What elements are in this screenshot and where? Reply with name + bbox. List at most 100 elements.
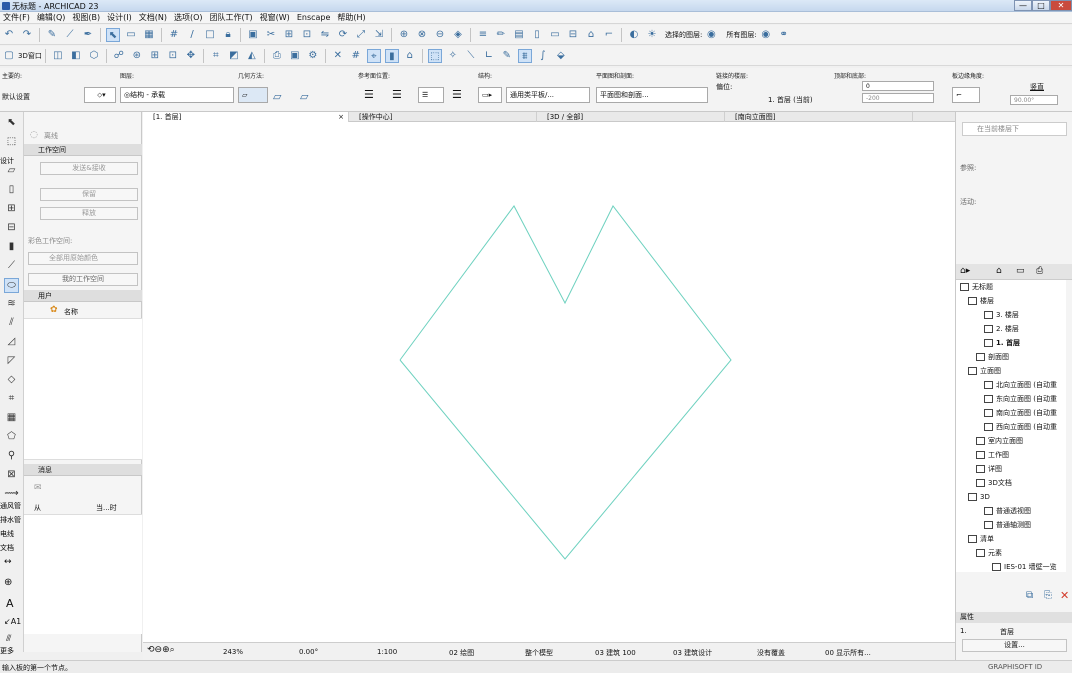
clone-icon[interactable]: ⎘ xyxy=(1044,590,1052,601)
tab-floor-1[interactable]: [1. 首层] × xyxy=(143,112,349,122)
pen-set-value[interactable]: 02 绘图 xyxy=(449,648,474,658)
menu-help[interactable]: 帮助(H) xyxy=(337,12,365,23)
stair-tool-icon[interactable]: ≋ xyxy=(4,297,19,312)
menu-enscape[interactable]: Enscape xyxy=(297,13,331,22)
measure-icon[interactable]: ⩩ xyxy=(517,48,532,63)
drawing-canvas[interactable] xyxy=(143,122,955,642)
3d-style-icon[interactable]: ◩ xyxy=(227,49,241,63)
workspace-header[interactable]: 工作空间 xyxy=(24,144,142,156)
tab-3d[interactable]: [3D / 全部] xyxy=(537,112,725,122)
settings-button[interactable]: 设置... xyxy=(962,639,1067,652)
top-offset-field[interactable]: 0 xyxy=(862,81,934,91)
marquee-icon[interactable]: ▭ xyxy=(124,28,138,42)
menu-design[interactable]: 设计(I) xyxy=(107,12,132,23)
close-button[interactable]: ✕ xyxy=(1050,0,1072,11)
tree-item-selected[interactable]: 1. 首层 xyxy=(956,336,1020,350)
rotate-icon[interactable]: ⟳ xyxy=(336,28,350,42)
geometry-rotated-icon[interactable]: ▱ xyxy=(300,90,308,103)
wall-tool-icon[interactable]: ▱ xyxy=(4,164,19,179)
ref-core-icon[interactable]: ☰ xyxy=(392,88,402,101)
vector-hatching-icon[interactable]: ⟍ xyxy=(464,49,478,63)
graphisoft-id[interactable]: GRAPHISOFT ID xyxy=(988,663,1042,671)
tab-close-icon[interactable]: × xyxy=(338,112,344,122)
current-story-field[interactable]: 在当前楼层下 xyxy=(962,122,1067,136)
floorplan-icon[interactable]: ▢ xyxy=(2,49,16,63)
railing-tool-icon[interactable]: ⫽ xyxy=(4,316,19,331)
stretch-icon[interactable]: ⤢ xyxy=(354,28,368,42)
window-tool-icon[interactable]: ⊞ xyxy=(4,202,19,217)
mirror-icon[interactable]: ⇋ xyxy=(318,28,332,42)
mep-tool-icon[interactable]: ⚲ xyxy=(4,449,19,464)
tree-item[interactable]: 东向立面图 (自动重 xyxy=(956,392,1057,406)
tab-action-center[interactable]: [操作中心] xyxy=(349,112,537,122)
render-icon[interactable]: ◐ xyxy=(627,28,641,42)
3d-cut-icon[interactable]: ⌗ xyxy=(209,49,223,63)
dimension-tool-icon[interactable]: ↔ xyxy=(4,557,12,567)
suspend-groups-icon[interactable]: ⬚ xyxy=(427,48,442,63)
show-all-value[interactable]: 00 显示所有... xyxy=(825,648,871,658)
more-label[interactable]: 更多 xyxy=(0,646,24,656)
bottom-offset-field[interactable]: -200 xyxy=(862,93,934,103)
shadow-icon[interactable]: ◭ xyxy=(245,49,259,63)
ortho-icon[interactable]: ∟ xyxy=(482,49,496,63)
render-settings-icon[interactable]: ⚙ xyxy=(306,49,320,63)
story-value[interactable]: 1. 首层 (当前) xyxy=(768,95,813,105)
users-header[interactable]: 用户 xyxy=(24,290,142,302)
paint-icon[interactable]: ⬙ xyxy=(554,49,568,63)
layout-book-icon[interactable]: ▭ xyxy=(1016,266,1025,276)
publisher-icon[interactable]: ⎙ xyxy=(1036,266,1043,276)
structure-dropdown[interactable]: 通用类平板/... xyxy=(506,87,590,103)
inject-icon[interactable]: ⟋ xyxy=(63,28,77,42)
guide-line-icon[interactable]: / xyxy=(185,28,199,42)
tool-link-icon[interactable]: ⚭ xyxy=(777,28,791,42)
layer-dropdown[interactable]: ◎结构 - 承载 xyxy=(120,87,234,103)
view-map-icon[interactable]: ⌂ xyxy=(996,266,1002,276)
menu-file[interactable]: 文件(F) xyxy=(3,12,30,23)
tree-item[interactable]: 普通透视图 xyxy=(956,504,1031,518)
menu-options[interactable]: 选项(O) xyxy=(174,12,203,23)
override-value[interactable]: 没有覆盖 xyxy=(757,648,785,658)
maximize-button[interactable]: □ xyxy=(1032,0,1050,11)
resize-icon[interactable]: ⇲ xyxy=(372,28,386,42)
model-view-value[interactable]: 整个模型 xyxy=(525,648,553,658)
send-receive-button[interactable]: 发送&接收 xyxy=(40,162,138,175)
level-tool-icon[interactable]: ⊕ xyxy=(4,577,12,588)
hotspot-icon[interactable]: ✕ xyxy=(331,49,345,63)
tree-item[interactable]: 2. 楼层 xyxy=(956,322,1019,336)
geometry-polygon-icon[interactable]: ▱ xyxy=(238,87,268,103)
lock-icon[interactable]: 🔒︎ xyxy=(221,28,235,42)
arrow-icon[interactable]: ⬉ xyxy=(4,116,19,131)
tree-item[interactable]: 立面图 xyxy=(956,364,1001,378)
menu-window[interactable]: 视窗(W) xyxy=(260,12,290,23)
window-icon[interactable]: ⊟ xyxy=(566,28,580,42)
union-icon[interactable]: ⊕ xyxy=(397,28,411,42)
main-value[interactable]: 默认设置 xyxy=(2,92,30,102)
tree-item[interactable]: 楼层 xyxy=(956,294,994,308)
tree-item[interactable]: 普通轴测图 xyxy=(956,518,1031,532)
trace-icon[interactable]: ▣ xyxy=(246,28,260,42)
slab-settings-button[interactable]: ⬦▾ xyxy=(84,87,116,103)
zoom-window-icon[interactable]: ⊞ xyxy=(148,49,162,63)
zone-tool-icon[interactable]: ⬠ xyxy=(4,430,19,445)
angle-value[interactable]: 0.00° xyxy=(299,648,318,656)
color-workspace-dropdown[interactable]: 全部用原始颜色 xyxy=(28,252,138,265)
arrow-tool-icon[interactable]: ⬉ xyxy=(106,27,120,42)
menu-teamwork[interactable]: 团队工作(T) xyxy=(210,12,253,23)
keep-button[interactable]: 保留 xyxy=(40,188,138,201)
project-map-icon[interactable]: ⌂▸ xyxy=(960,266,970,276)
photo-icon[interactable]: ▣ xyxy=(288,49,302,63)
tree-item[interactable]: 室内立面图 xyxy=(956,434,1023,448)
tree-item[interactable]: 清单 xyxy=(956,532,994,546)
hash-grid-icon[interactable]: # xyxy=(167,28,181,42)
tab-south-elevation[interactable]: [南向立面图] xyxy=(725,112,913,122)
drop-icon[interactable]: ◈ xyxy=(451,28,465,42)
offset-icon[interactable]: ⊡ xyxy=(300,28,314,42)
door-icon[interactable]: ▭ xyxy=(548,28,562,42)
messages-header[interactable]: 消息 xyxy=(24,464,142,476)
zoom-value[interactable]: 243% xyxy=(223,648,243,656)
tree-item[interactable]: 元素 xyxy=(956,546,1002,560)
ref-bottom2-icon[interactable]: ☰ xyxy=(452,88,462,101)
wall-icon[interactable]: ▯ xyxy=(530,28,544,42)
slab-tool-icon[interactable]: ⬭ xyxy=(4,278,19,293)
properties-header[interactable]: 属性 xyxy=(956,612,1072,623)
